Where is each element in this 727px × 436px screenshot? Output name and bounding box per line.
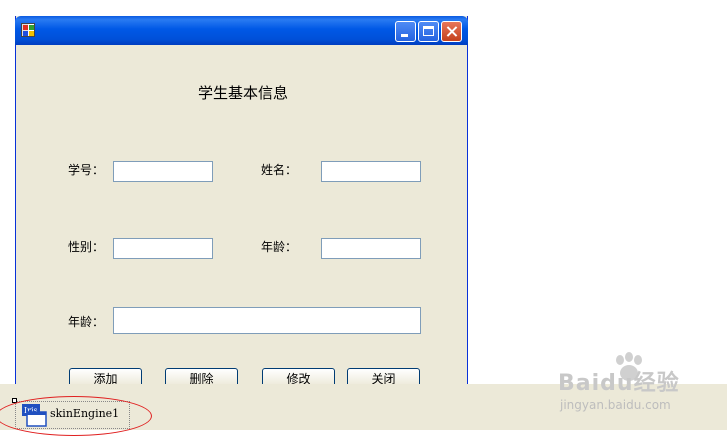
gender-input[interactable]: [113, 238, 213, 259]
student-id-input[interactable]: [113, 161, 213, 182]
gender-label: 性别：: [68, 240, 105, 254]
age2-label: 年龄：: [68, 315, 105, 329]
name-label: 姓名：: [261, 163, 298, 177]
age-input[interactable]: [321, 238, 421, 259]
baidu-watermark: Baidu经验 jingyan.baidu.com: [558, 365, 718, 415]
maximize-button[interactable]: [418, 21, 439, 42]
form-title: 学生基本信息: [198, 84, 289, 102]
age-label: 年龄：: [261, 240, 298, 254]
name-input[interactable]: [321, 161, 421, 182]
highlight-ellipse: [0, 396, 152, 436]
minimize-button[interactable]: [395, 21, 416, 42]
watermark-brand: Baidu经验: [558, 371, 680, 396]
age2-input[interactable]: [113, 307, 421, 334]
form-window: 学生基本信息 学号： 姓名： 性别： 年龄： 年龄： 添加 删除 修改 关闭: [15, 16, 468, 390]
watermark-url: jingyan.baidu.com: [560, 398, 671, 412]
app-icon[interactable]: [21, 23, 35, 37]
title-bar[interactable]: [15, 16, 468, 45]
student-id-label: 学号：: [68, 163, 105, 177]
close-window-button[interactable]: [441, 21, 462, 42]
